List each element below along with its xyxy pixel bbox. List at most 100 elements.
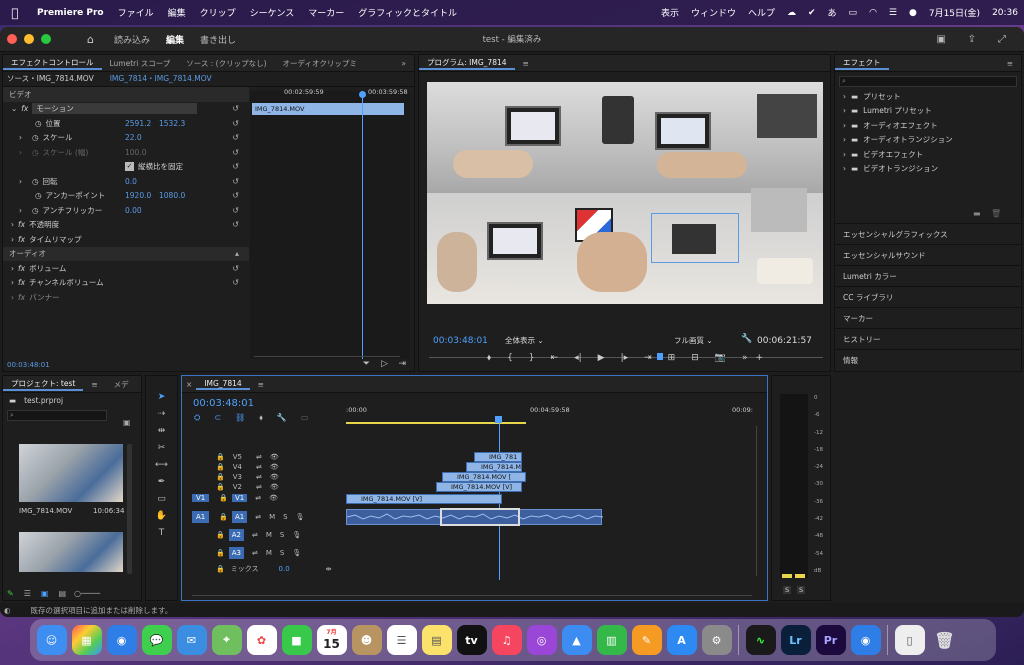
close-tab-icon[interactable]: ×	[182, 380, 196, 389]
anchor-x-value[interactable]: 1920.0	[125, 191, 151, 200]
pen-icon[interactable]: ✒	[155, 475, 169, 489]
menu-clip[interactable]: クリップ	[193, 6, 243, 19]
sync-icon[interactable]: ⇌	[256, 463, 262, 471]
mic-icon[interactable]: 🎙	[296, 513, 305, 521]
add-marker-icon[interactable]: ⬧	[487, 353, 491, 363]
trash-icon[interactable]: 🗑	[930, 625, 960, 655]
podcasts-icon[interactable]: ◎	[526, 625, 557, 655]
mute-icon[interactable]: M	[266, 549, 272, 557]
expand-icon[interactable]: ⌄	[11, 104, 17, 113]
lock-icon[interactable]: 🔒	[216, 549, 225, 557]
ripple-edit-icon[interactable]: ⇹	[155, 424, 169, 438]
solo-icon[interactable]: S	[280, 549, 284, 557]
tab-source[interactable]: ソース : (クリップなし)	[178, 58, 274, 69]
messages-icon[interactable]: 💬	[141, 625, 172, 655]
track-target-v1[interactable]: V1	[231, 494, 248, 502]
tab-lumetri-scopes[interactable]: Lumetri スコープ	[102, 58, 179, 69]
mini-clip[interactable]: IMG_7814.MOV	[252, 103, 404, 115]
new-bin-icon[interactable]: ▬	[973, 209, 981, 218]
reset-icon[interactable]: ↺	[232, 278, 239, 287]
insert-icon[interactable]: ⊞	[668, 353, 676, 363]
stopwatch-icon[interactable]: ◷	[32, 177, 39, 186]
stopwatch-icon[interactable]: ◷	[35, 191, 42, 200]
apple-tv-icon[interactable]: tv	[456, 625, 487, 655]
tab-media-browser[interactable]: メデ	[106, 379, 137, 390]
fx-icon[interactable]: fx	[21, 104, 28, 113]
activity-monitor-icon[interactable]: ∿	[745, 625, 776, 655]
razor-icon[interactable]: ✂	[155, 441, 169, 455]
calendar-icon[interactable]: 7月 15	[316, 625, 347, 655]
notes-icon[interactable]: ▤	[421, 625, 452, 655]
sync-icon[interactable]: ⇌	[255, 494, 261, 502]
reset-icon[interactable]: ↺	[232, 191, 239, 200]
sequence-clip-label[interactable]: IMG_7814・IMG_7814.MOV	[110, 73, 212, 84]
menu-edit[interactable]: 編集	[161, 6, 193, 19]
add-button-icon[interactable]: +	[756, 353, 764, 363]
fx-icon[interactable]: fx	[18, 278, 25, 287]
panel-cc-libraries[interactable]: CC ライブラリ	[835, 286, 1021, 307]
solo-icon[interactable]: S	[280, 531, 284, 539]
source-patch-a1[interactable]: A1	[192, 511, 210, 523]
solo-right-button[interactable]: S	[797, 586, 806, 594]
lock-icon[interactable]: 🔒	[216, 473, 225, 481]
reset-icon[interactable]: ↺	[232, 133, 239, 142]
selection-tool-icon[interactable]: ➤	[155, 390, 169, 404]
reset-icon[interactable]: ↺	[232, 119, 239, 128]
reset-icon[interactable]: ↺	[232, 264, 239, 273]
slip-icon[interactable]: ⟷	[155, 458, 169, 472]
project-item-name[interactable]: IMG_7814.MOV	[19, 507, 72, 515]
reset-icon[interactable]: ↺	[232, 104, 239, 113]
icon-view-icon[interactable]: ▣	[41, 589, 49, 598]
project-item-thumbnail[interactable]	[19, 444, 123, 502]
mini-playhead-handle[interactable]	[359, 91, 366, 98]
export-frame-icon[interactable]: ⇥	[398, 359, 406, 369]
freeform-view-icon[interactable]: ▤	[58, 589, 66, 598]
mark-out-icon[interactable]: }	[529, 353, 535, 363]
tab-project[interactable]: プロジェクト: test	[3, 378, 84, 391]
menu-sequence[interactable]: シーケンス	[243, 6, 302, 19]
stopwatch-icon[interactable]: ◷	[35, 119, 42, 128]
expand-icon[interactable]: ›	[843, 135, 846, 144]
mute-icon[interactable]: M	[269, 513, 275, 521]
minimize-window-button[interactable]	[24, 34, 34, 44]
opacity-row[interactable]: › fx 不透明度 ↺	[3, 218, 249, 233]
captions-icon[interactable]: ▭	[301, 413, 309, 423]
camera-icon[interactable]: 📷	[715, 353, 726, 363]
timeline-vertical-scrollbar[interactable]	[756, 426, 757, 576]
fx-icon[interactable]: fx	[18, 293, 25, 302]
launchpad-icon[interactable]: ▦	[71, 625, 102, 655]
app-store-icon[interactable]: A	[666, 625, 697, 655]
menu-help[interactable]: ヘルプ	[742, 6, 781, 19]
sync-icon[interactable]: ⇌	[256, 483, 262, 491]
program-timecode[interactable]: 00:03:48:01	[433, 336, 488, 346]
safari-icon[interactable]: ◉	[850, 625, 881, 655]
flicker-value[interactable]: 0.00	[125, 206, 142, 215]
mark-in-icon[interactable]: {	[507, 353, 513, 363]
keynote-icon[interactable]: ▲	[561, 625, 592, 655]
project-search-input[interactable]: ⌕	[7, 409, 107, 421]
lightroom-icon[interactable]: Lr	[780, 625, 811, 655]
new-bin-icon[interactable]: ▣	[123, 418, 131, 427]
close-window-button[interactable]	[7, 34, 17, 44]
play-audio-icon[interactable]: ▷	[381, 359, 388, 369]
play-icon[interactable]: ▶	[598, 353, 605, 363]
panel-info[interactable]: 情報	[835, 349, 1021, 370]
menu-graphics[interactable]: グラフィックとタイトル	[351, 6, 464, 19]
panel-menu-icon[interactable]: ≡	[515, 59, 537, 68]
system-preferences-icon[interactable]: ⚙	[701, 625, 732, 655]
numbers-icon[interactable]: ▥	[596, 625, 627, 655]
stopwatch-icon[interactable]: ◷	[32, 206, 39, 215]
sync-icon[interactable]: ⇌	[256, 473, 262, 481]
expand-icon[interactable]: ›	[19, 177, 22, 186]
pages-icon[interactable]: ✎	[631, 625, 662, 655]
snap-icon[interactable]: ⊂	[214, 413, 221, 423]
reset-icon[interactable]: ↺	[232, 162, 239, 171]
effects-item-presets[interactable]: › ▬ プリセット	[835, 89, 1021, 104]
motion-row[interactable]: ⌄ fx モーション ↺	[3, 102, 249, 117]
contacts-icon[interactable]: ☻	[351, 625, 382, 655]
time-remap-row[interactable]: › fx タイムリマップ	[3, 232, 249, 247]
project-item-thumbnail[interactable]	[19, 532, 123, 572]
tab-effects[interactable]: エフェクト	[835, 57, 889, 70]
finder-icon[interactable]: ☺	[36, 625, 67, 655]
input-method-icon[interactable]: あ	[822, 6, 843, 19]
